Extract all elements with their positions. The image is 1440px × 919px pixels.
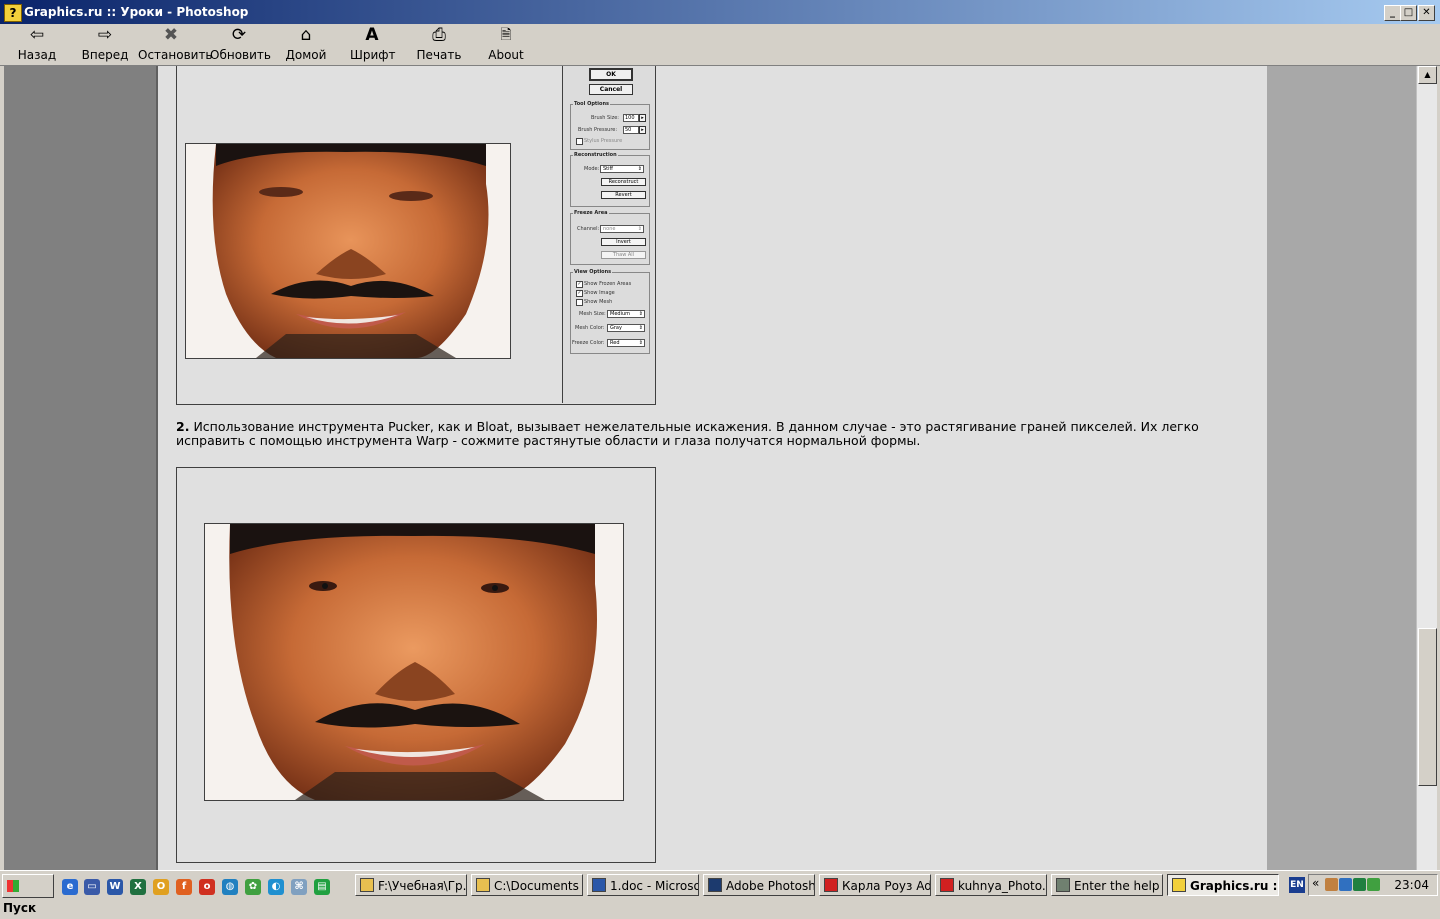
title-bar: ? Graphics.ru :: Уроки - Photoshop _ □ ✕ [0,0,1440,24]
invert-button[interactable]: Invert [601,238,646,246]
reconstruct-button[interactable]: Reconstruct [601,178,646,186]
ok-button[interactable]: OK [589,68,633,81]
arrow-right-icon: ⇨ [97,25,113,45]
vertical-scrollbar[interactable]: ▲ [1416,66,1437,870]
reconstruction-group: Reconstruction Mode: Stiff Reconstruct R… [570,152,650,207]
back-button[interactable]: ⇦ Назад [14,25,60,63]
window-title: Graphics.ru :: Уроки - Photoshop [24,5,249,19]
pdf-icon [940,878,954,892]
system-tray: « 23:04 [1308,874,1438,896]
face-photo-corrected [204,523,624,801]
folder-icon [476,878,490,892]
about-icon: 🗎 [500,27,512,43]
show-image-checkbox[interactable]: ✓ [576,290,583,297]
task-help-search[interactable]: Enter the help ... [1051,874,1163,896]
outlook-icon[interactable]: O [153,879,169,895]
figure-liquify-dialog: OK Cancel Tool Options Brush Size: 100 ▸… [176,66,656,405]
forward-button[interactable]: ⇨ Вперед [80,25,130,63]
desktop-icon[interactable]: ▭ [84,879,100,895]
liquify-options-panel: OK Cancel Tool Options Brush Size: 100 ▸… [562,66,655,403]
toolbar: ⇦ Назад ⇨ Вперед ✖ Остановить ⟳ Обновить… [0,24,1440,66]
font-icon: A [365,25,379,45]
tray-expand-icon[interactable]: « [1312,876,1319,890]
word-doc-icon [592,878,606,892]
channel-select[interactable]: none [600,225,644,233]
minimize-button[interactable]: _ [1384,5,1401,21]
tray-update-icon[interactable] [1367,878,1380,891]
refresh-button[interactable]: ⟳ Обновить [210,25,271,63]
folder-icon [360,878,374,892]
scroll-up-icon[interactable]: ▲ [1418,66,1437,84]
about-button[interactable]: 🗎 About [486,25,526,63]
network-icon[interactable]: ⌘ [291,879,307,895]
thaw-all-button[interactable]: Thaw All [601,251,646,259]
stylus-pressure-checkbox[interactable] [576,138,583,145]
windows-logo-icon [7,880,19,892]
view-options-group: View Options ✓ Show Frozen Areas ✓ Show … [570,269,650,354]
mesh-color-select[interactable]: Gray [607,324,645,332]
article-paragraph: 2. Использование инструмента Pucker, как… [176,420,1256,448]
mode-select[interactable]: Stiff [600,165,644,173]
brush-size-input[interactable]: 100 [623,114,639,122]
app-launcher-icon[interactable]: ▤ [314,879,330,895]
maximize-button[interactable]: □ [1400,5,1417,21]
word-icon[interactable]: W [107,879,123,895]
pdf-icon [824,878,838,892]
tool-options-group: Tool Options Brush Size: 100 ▸ Brush Pre… [570,101,650,150]
figure-corrected-result [176,467,656,863]
arrow-left-icon: ⇦ [29,25,45,45]
tray-network-icon[interactable] [1339,878,1352,891]
icq-icon[interactable]: ✿ [245,879,261,895]
start-button[interactable]: Пуск [2,874,54,915]
taskbar: Пуск e ▭ W X O f o ◍ ✿ ◐ ⌘ ▤ F:\Учебная\… [0,870,1440,915]
cancel-button[interactable]: Cancel [589,84,633,95]
messenger-icon[interactable]: ◐ [268,879,284,895]
tray-antivirus-icon[interactable] [1353,878,1366,891]
task-folder-uchebnaya[interactable]: F:\Учебная\Гр... [355,874,467,896]
task-acrobat-karla[interactable]: Карла Роуз Ad... [819,874,931,896]
freeze-area-group: Freeze Area Channel: none Invert Thaw Al… [570,210,650,265]
help-app-icon [1172,878,1186,892]
step-number: 2. [176,419,190,434]
revert-button[interactable]: Revert [601,191,646,199]
stop-icon: ✖ [163,25,179,45]
scroll-thumb[interactable] [1418,628,1437,786]
firefox-icon[interactable]: f [176,879,192,895]
photoshop-icon [708,878,722,892]
task-photoshop[interactable]: Adobe Photosh... [703,874,815,896]
help-app-icon: ? [4,4,22,22]
stop-button[interactable]: ✖ Остановить [138,25,213,63]
excel-icon[interactable]: X [130,879,146,895]
refresh-icon: ⟳ [231,25,247,45]
font-button[interactable]: A Шрифт [350,25,396,63]
home-icon: ⌂ [300,25,312,45]
home-button[interactable]: ⌂ Домой [282,25,330,63]
show-mesh-checkbox[interactable] [576,299,583,306]
mesh-size-select[interactable]: Medium [607,310,645,318]
step-text: Использование инструмента Pucker, как и … [176,419,1199,448]
show-frozen-checkbox[interactable]: ✓ [576,281,583,288]
task-acrobat-kuhnya[interactable]: kuhnya_Photo... [935,874,1047,896]
brush-pressure-arrow-icon[interactable]: ▸ [639,126,646,134]
print-button[interactable]: ⎙ Печать [416,25,462,63]
ie-icon[interactable]: e [62,879,78,895]
tray-speaker-icon[interactable] [1325,878,1338,891]
task-word-document[interactable]: 1.doc - Microso... [587,874,699,896]
freeze-color-select[interactable]: Red [607,339,645,347]
brush-pressure-input[interactable]: 50 [623,126,639,134]
language-indicator[interactable]: EN [1289,877,1305,893]
print-icon: ⎙ [432,25,446,45]
left-gutter [4,66,156,870]
opera-icon[interactable]: o [199,879,215,895]
right-gutter [1267,66,1416,870]
help-window-icon [1056,878,1070,892]
clock: 23:04 [1394,878,1429,892]
task-graphics-ru[interactable]: Graphics.ru :: ... [1167,874,1279,896]
face-photo-distorted [185,143,511,359]
globe-icon[interactable]: ◍ [222,879,238,895]
task-folder-documents[interactable]: C:\Documents ... [471,874,583,896]
brush-size-arrow-icon[interactable]: ▸ [639,114,646,122]
close-button[interactable]: ✕ [1418,5,1435,21]
